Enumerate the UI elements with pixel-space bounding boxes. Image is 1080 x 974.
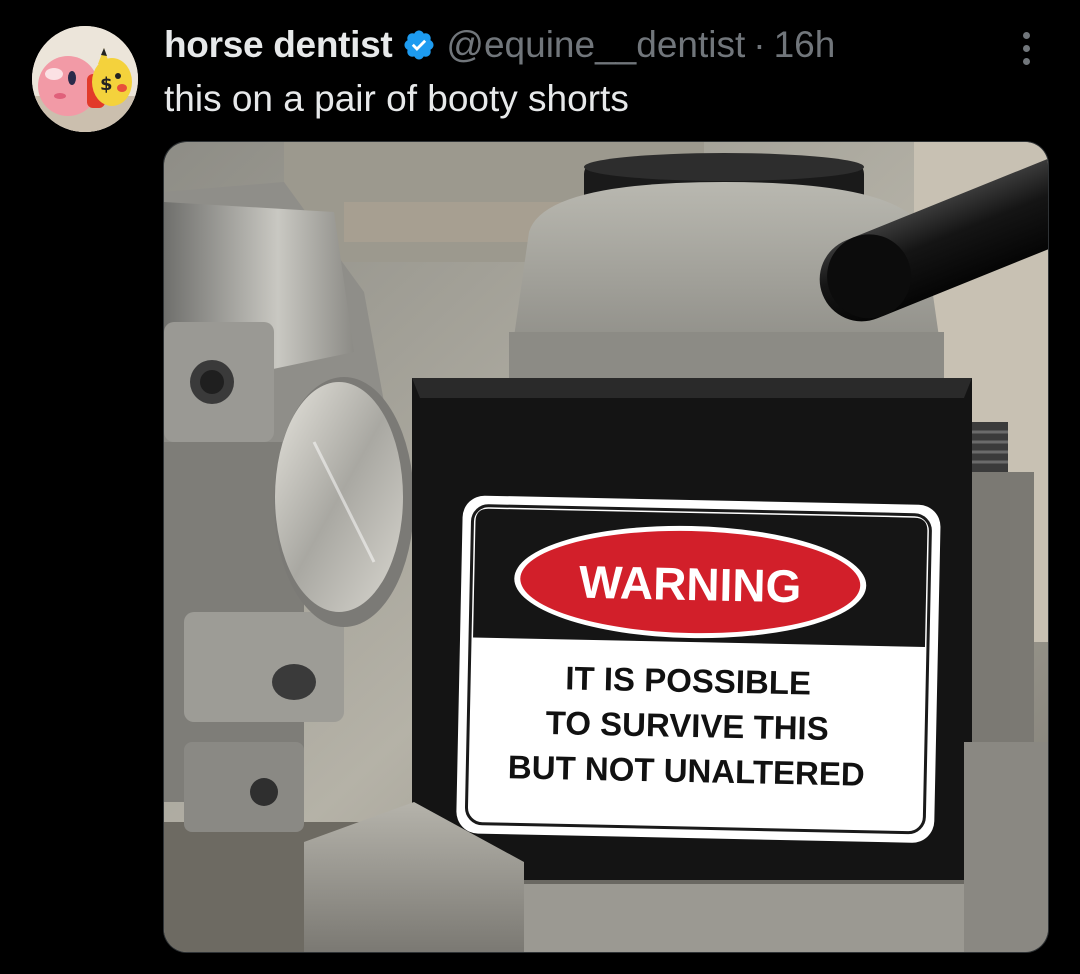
verified-badge-icon[interactable] xyxy=(402,28,436,62)
tweet[interactable]: $ horse dentist @equine__dentist · 16h t… xyxy=(0,0,1080,974)
sign-line-2: TO SURVIVE THIS xyxy=(545,704,829,747)
sign-warning-text: WARNING xyxy=(579,556,802,613)
avatar[interactable]: $ xyxy=(32,26,138,132)
sign-line-1: IT IS POSSIBLE xyxy=(565,659,811,701)
tweet-media-photo[interactable]: WARNING IT IS POSSIBLE TO SURVIVE THIS B… xyxy=(163,141,1049,953)
lathe-photo: WARNING IT IS POSSIBLE TO SURVIVE THIS B… xyxy=(164,142,1048,952)
sign-line-3: BUT NOT UNALTERED xyxy=(508,748,866,792)
handle[interactable]: @equine__dentist xyxy=(446,24,745,66)
timestamp[interactable]: 16h xyxy=(774,24,836,66)
tweet-header: horse dentist @equine__dentist · 16h xyxy=(164,22,835,68)
tweet-text: this on a pair of booty shorts xyxy=(164,78,629,119)
display-name[interactable]: horse dentist xyxy=(164,24,393,66)
svg-text:$: $ xyxy=(100,74,113,95)
separator-dot: · xyxy=(753,24,766,65)
more-options-icon[interactable] xyxy=(1006,26,1046,70)
avatar-image: $ xyxy=(32,26,138,132)
